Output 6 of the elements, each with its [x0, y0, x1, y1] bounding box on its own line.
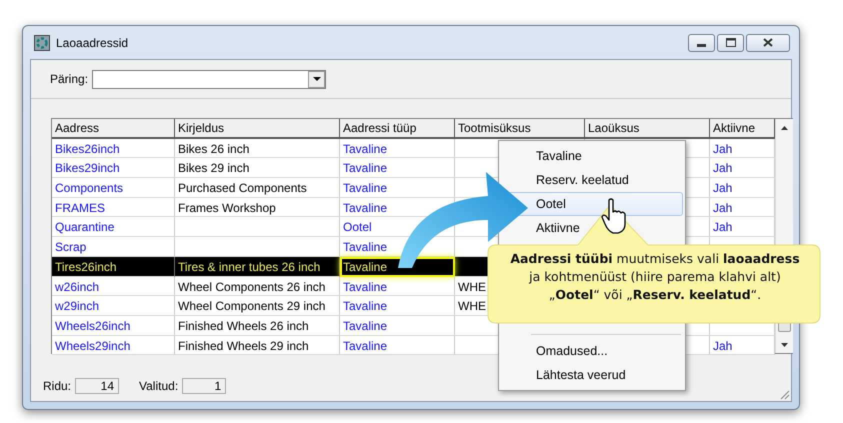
query-label: Päring: [50, 72, 88, 86]
selected-count-label: Valitud: [139, 379, 178, 393]
selected-count-field: 1 [182, 378, 226, 394]
window-title: Laoaadressid [56, 36, 128, 50]
row-count-field: 14 [75, 378, 120, 394]
row-count-label: Ridu: [43, 379, 72, 393]
